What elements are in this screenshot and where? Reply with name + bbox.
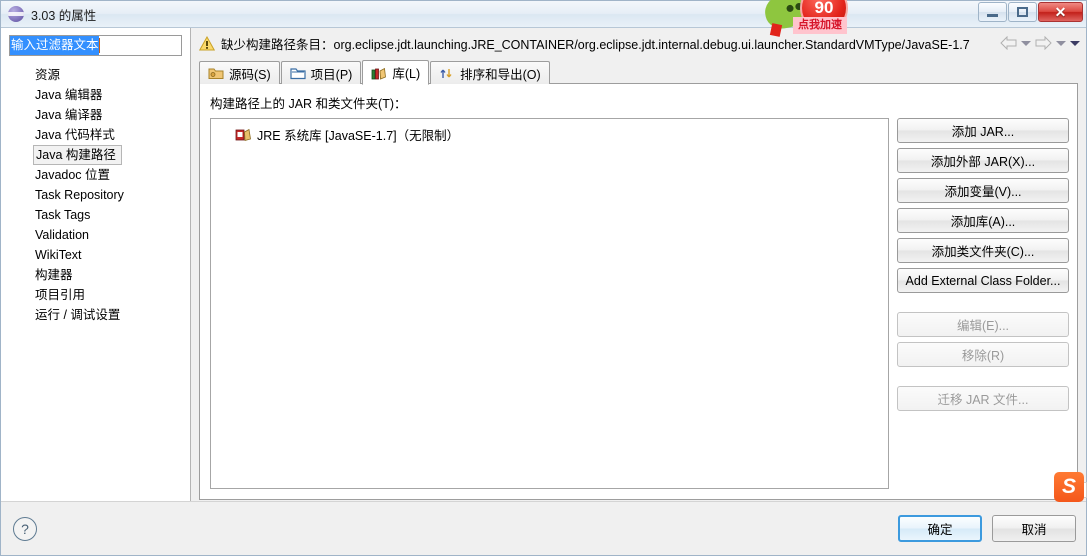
maximize-icon [1017,7,1028,17]
list-item[interactable]: JRE 系统库 [JavaSE-1.7]（无限制） [211,124,888,144]
sidebar-item-6[interactable]: Task Repository [1,185,190,205]
sidebar-item-5[interactable]: Javadoc 位置 [1,165,190,185]
warning-icon [198,35,216,51]
sidebar-row: Java 构建路径 [1,145,190,165]
add-library-button[interactable]: 添加库(A)... [897,208,1069,233]
back-arrow-icon[interactable] [1000,35,1017,51]
preferences-tree: 资源 Java 编辑器 Java 编译器 Java 代码样式 Java 构建路径 Java… [1,60,190,501]
libraries-list[interactable]: JRE 系统库 [JavaSE-1.7]（无限制） [210,118,889,489]
sidebar-item-7[interactable]: Task Tags [1,205,190,225]
maximize-button[interactable] [1008,2,1037,22]
sidebar-item-3[interactable]: Java 代码样式 [1,125,190,145]
migrate-jar-button: 迁移 JAR 文件... [897,386,1069,411]
button-group-separator [897,372,1069,381]
eclipse-sphere-icon [8,6,24,22]
jre-library-icon [235,127,252,142]
history-navigation [992,35,1080,51]
filter-input-value: 输入过滤器文本 [10,36,99,55]
tab-3[interactable]: 排序和导出(O) [430,61,550,84]
forward-arrow-icon[interactable] [1035,35,1052,51]
tab-label: 库(L) [392,67,421,81]
dialog-footer: ? 确定 取消 [1,501,1086,555]
filter-area: 输入过滤器文本 [1,28,190,60]
add-external-jar-button[interactable]: 添加外部 JAR(X)... [897,148,1069,173]
forward-history-chevron-down-icon[interactable] [1056,40,1066,46]
library-books-icon [371,66,387,80]
sidebar-item-9[interactable]: WikiText [1,245,190,265]
text-caret [98,38,100,53]
help-icon: ? [21,520,29,537]
help-button[interactable]: ? [13,516,37,541]
tab-label: 源码(S) [229,67,271,82]
dialog-body: 输入过滤器文本 资源 Java 编辑器 Java 编译器 Java 代码样式 Java … [1,28,1086,555]
button-group-separator [897,298,1069,307]
sogou-ime-logo[interactable]: S [1054,472,1084,502]
back-history-chevron-down-icon[interactable] [1021,40,1031,46]
tab-label: 排序和导出(O) [460,67,541,82]
sidebar-item-10[interactable]: 构建器 [1,265,190,285]
properties-dialog-window: 3.03 的属性 ✕ 输入过滤器文本 资源 Java 编辑器 Java 编译器 … [0,0,1087,556]
project-folder-icon [290,66,306,80]
title-bar: 3.03 的属性 ✕ [1,1,1086,28]
ok-button[interactable]: 确定 [898,515,982,542]
close-button[interactable]: ✕ [1038,2,1083,22]
remove-button: 移除(R) [897,342,1069,367]
more-chevron-down-icon[interactable] [1070,40,1080,46]
window-controls: ✕ [977,2,1083,22]
source-folder-icon [208,66,224,80]
panel-label: 构建路径上的 JAR 和类文件夹(T)： [210,97,407,111]
sidebar-item-4[interactable]: Java 构建路径 [33,145,122,165]
footer-buttons: 确定 取消 [898,515,1076,542]
sidebar-item-12[interactable]: 运行 / 调试设置 [1,305,190,325]
order-export-icon [439,66,455,80]
library-label: JRE 系统库 [JavaSE-1.7]（无限制） [257,128,460,143]
close-icon: ✕ [1054,4,1067,20]
tab-1[interactable]: 项目(P) [280,61,362,84]
sidebar-item-8[interactable]: Validation [1,225,190,245]
add-variable-button[interactable]: 添加变量(V)... [897,178,1069,203]
properties-main-pane: 缺少构建路径条目：org.eclipse.jdt.launching.JRE_C… [191,28,1086,501]
tab-2[interactable]: 库(L) [362,60,430,85]
sidebar-item-1[interactable]: Java 编辑器 [1,85,190,105]
sidebar-item-11[interactable]: 项目引用 [1,285,190,305]
preferences-sidebar: 输入过滤器文本 资源 Java 编辑器 Java 编译器 Java 代码样式 Java … [1,28,191,501]
libraries-tab-panel: 构建路径上的 JAR 和类文件夹(T)： JRE 系统库 [JavaSE-1.7… [199,83,1078,500]
validation-message: 缺少构建路径条目：org.eclipse.jdt.launching.JRE_C… [221,37,970,52]
search-input[interactable]: 输入过滤器文本 [9,35,182,56]
content-row: 输入过滤器文本 资源 Java 编辑器 Java 编译器 Java 代码样式 Java … [1,28,1086,501]
cancel-button[interactable]: 取消 [992,515,1076,542]
sidebar-item-2[interactable]: Java 编译器 [1,105,190,125]
tab-0[interactable]: 源码(S) [199,61,280,84]
minimize-icon [987,13,998,17]
minimize-button[interactable] [978,2,1007,22]
build-path-tabs: 源码(S) 项目(P) 库(L) 排序和导出(O) [191,58,1086,85]
panel-main: JRE 系统库 [JavaSE-1.7]（无限制） 添加 JAR... 添加外部 … [210,118,1069,489]
add-external-class-folder-button[interactable]: Add External Class Folder... [897,268,1069,293]
sidebar-item-0[interactable]: 资源 [1,65,190,85]
message-bar: 缺少构建路径条目：org.eclipse.jdt.launching.JRE_C… [191,28,1086,58]
add-class-folder-button[interactable]: 添加类文件夹(C)... [897,238,1069,263]
add-jar-button[interactable]: 添加 JAR... [897,118,1069,143]
edit-button: 编辑(E)... [897,312,1069,337]
libraries-button-column: 添加 JAR... 添加外部 JAR(X)... 添加变量(V)... 添加库(A).… [897,118,1069,489]
window-title: 3.03 的属性 [31,8,97,23]
tab-label: 项目(P) [310,67,353,82]
